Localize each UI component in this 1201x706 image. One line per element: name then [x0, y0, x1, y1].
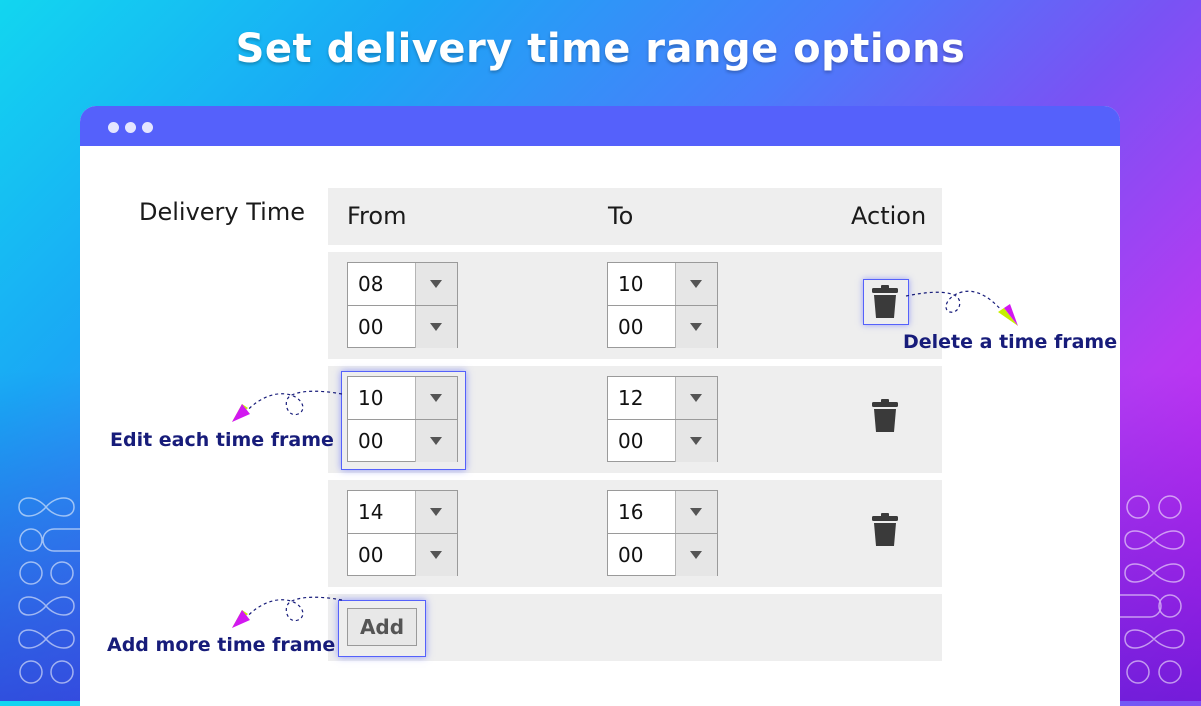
from-hour-select[interactable]: 14 [348, 491, 457, 534]
from-time-select: 08 00 [347, 262, 458, 348]
from-minute-select[interactable]: 00 [348, 306, 457, 348]
page-headline: Set delivery time range options [235, 26, 966, 72]
from-minute-value: 00 [358, 429, 384, 453]
chevron-down-icon[interactable] [675, 263, 717, 305]
to-minute-value: 00 [618, 429, 644, 453]
delivery-time-label: Delivery Time [139, 198, 305, 226]
from-hour-value: 14 [358, 500, 384, 524]
from-time-select: 10 00 [347, 376, 458, 462]
chevron-down-icon[interactable] [675, 534, 717, 576]
to-hour-select[interactable]: 12 [608, 377, 717, 420]
window-dot [125, 122, 136, 133]
decorative-pattern-right [1120, 495, 1185, 684]
to-minute-select[interactable]: 00 [608, 420, 717, 462]
from-time-select: 14 00 [347, 490, 458, 576]
window-titlebar [80, 106, 1120, 146]
chevron-down-icon[interactable] [415, 534, 457, 576]
to-time-select: 10 00 [607, 262, 718, 348]
chevron-down-icon[interactable] [415, 263, 457, 305]
from-hour-select[interactable]: 10 [348, 377, 457, 420]
window-dots-icon [108, 122, 153, 133]
to-hour-value: 12 [618, 386, 644, 410]
to-hour-select[interactable]: 10 [608, 263, 717, 306]
chevron-down-icon[interactable] [415, 491, 457, 533]
window-dot [142, 122, 153, 133]
to-minute-select[interactable]: 00 [608, 306, 717, 348]
from-hour-value: 08 [358, 272, 384, 296]
from-hour-select[interactable]: 08 [348, 263, 457, 306]
to-minute-select[interactable]: 00 [608, 534, 717, 576]
column-header-to: To [608, 202, 634, 230]
from-minute-value: 00 [358, 543, 384, 567]
from-hour-value: 10 [358, 386, 384, 410]
callout-edit: Edit each time frame [110, 429, 334, 451]
callout-arrow-delete-icon [905, 290, 1018, 326]
table-header: From To Action [328, 188, 942, 245]
to-time-select: 12 00 [607, 376, 718, 462]
callout-arrow-add-icon [232, 596, 343, 628]
trash-icon[interactable] [871, 399, 899, 433]
chevron-down-icon[interactable] [675, 491, 717, 533]
add-button[interactable]: Add [347, 608, 417, 646]
chevron-down-icon[interactable] [675, 420, 717, 462]
chevron-down-icon[interactable] [675, 377, 717, 419]
window-dot [108, 122, 119, 133]
decorative-pattern-left [18, 497, 84, 684]
from-minute-value: 00 [358, 315, 384, 339]
column-header-action: Action [851, 202, 927, 230]
to-hour-select[interactable]: 16 [608, 491, 717, 534]
trash-icon[interactable] [871, 513, 899, 547]
from-minute-select[interactable]: 00 [348, 534, 457, 576]
chevron-down-icon[interactable] [415, 306, 457, 348]
chevron-down-icon[interactable] [415, 420, 457, 462]
from-minute-select[interactable]: 00 [348, 420, 457, 462]
to-hour-value: 10 [618, 272, 644, 296]
chevron-down-icon[interactable] [415, 377, 457, 419]
column-header-from: From [347, 202, 407, 230]
to-minute-value: 00 [618, 315, 644, 339]
chevron-down-icon[interactable] [675, 306, 717, 348]
trash-icon[interactable] [871, 285, 899, 319]
callout-arrow-edit-icon [232, 390, 343, 422]
to-hour-value: 16 [618, 500, 644, 524]
to-time-select: 16 00 [607, 490, 718, 576]
to-minute-value: 00 [618, 543, 644, 567]
callout-add: Add more time frame [107, 634, 336, 656]
